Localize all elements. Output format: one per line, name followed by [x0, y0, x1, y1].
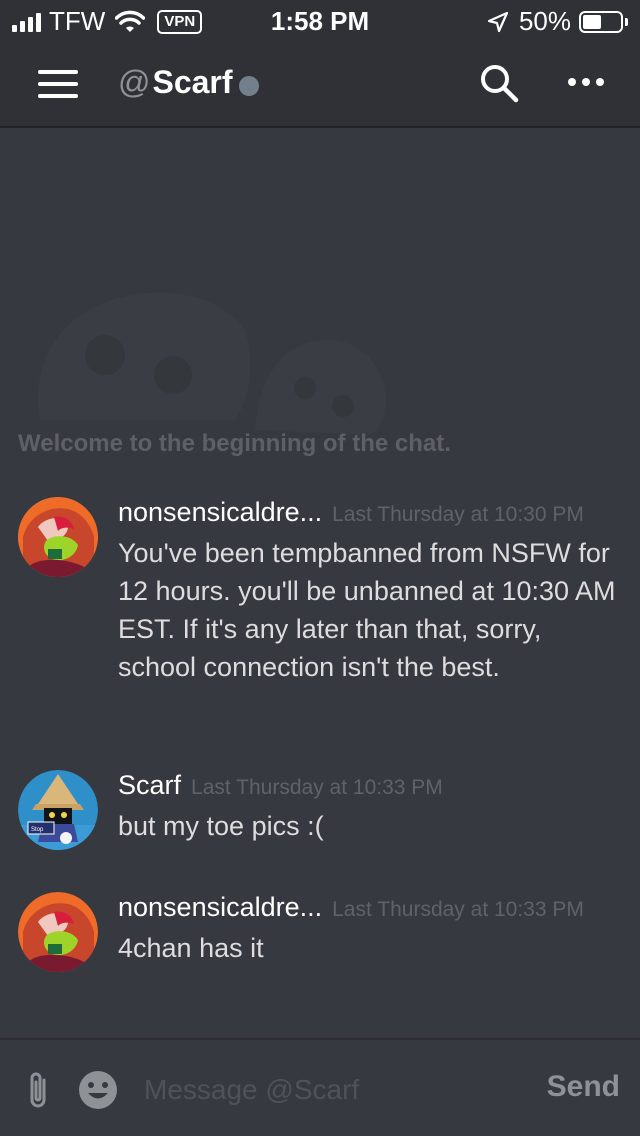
message-author[interactable]: Scarf: [118, 770, 181, 801]
message-body: nonsensicaldre... Last Thursday at 10:30…: [118, 497, 618, 686]
presence-status-dot: [238, 75, 259, 96]
chat-header: @ Scarf: [0, 40, 640, 128]
hamburger-menu-icon[interactable]: [38, 70, 78, 98]
message-text: 4chan has it: [118, 933, 264, 963]
message-meta: Scarf Last Thursday at 10:33 PM: [118, 770, 618, 801]
message-author[interactable]: nonsensicaldre...: [118, 497, 322, 528]
message-body: Scarf Last Thursday at 10:33 PM but my t…: [118, 770, 618, 845]
status-right: 50%: [487, 6, 628, 37]
avatar[interactable]: [18, 892, 98, 972]
message-meta: nonsensicaldre... Last Thursday at 10:30…: [118, 497, 618, 528]
battery-tip: [625, 17, 628, 26]
avatar[interactable]: Stop: [18, 770, 98, 850]
search-icon[interactable]: [478, 62, 520, 104]
more-dots-icon[interactable]: [568, 78, 604, 86]
paperclip-icon[interactable]: [24, 1070, 54, 1112]
message-text: You've been tempbanned from NSFW for 12 …: [118, 538, 616, 682]
chat-welcome-text: Welcome to the beginning of the chat.: [18, 430, 451, 457]
battery-icon: [579, 10, 623, 33]
page-title: Scarf: [152, 64, 233, 100]
message-text: but my toe pics :(: [118, 811, 324, 841]
message-author[interactable]: nonsensicaldre...: [118, 892, 322, 923]
at-symbol: @: [118, 64, 151, 100]
message-meta: nonsensicaldre... Last Thursday at 10:33…: [118, 892, 618, 923]
message-body: nonsensicaldre... Last Thursday at 10:33…: [118, 892, 618, 967]
message-timestamp: Last Thursday at 10:33 PM: [191, 776, 443, 799]
battery-percent: 50%: [518, 6, 571, 36]
message-composer: Send: [0, 1038, 640, 1136]
status-bar: TFW VPN 1:58 PM 50%: [0, 0, 640, 40]
message-timestamp: Last Thursday at 10:30 PM: [332, 503, 584, 526]
avatar-sign-text: Stop: [31, 827, 44, 833]
battery-fill: [583, 14, 601, 29]
send-button[interactable]: Send: [547, 1070, 620, 1104]
emoji-icon[interactable]: [78, 1070, 118, 1110]
message-timestamp: Last Thursday at 10:33 PM: [332, 898, 584, 921]
discord-mascot-watermark-icon: [38, 292, 386, 435]
avatar[interactable]: [18, 497, 98, 577]
message-input[interactable]: [142, 1064, 526, 1116]
location-arrow-icon: [487, 11, 509, 32]
channel-title: @ Scarf: [118, 64, 259, 101]
